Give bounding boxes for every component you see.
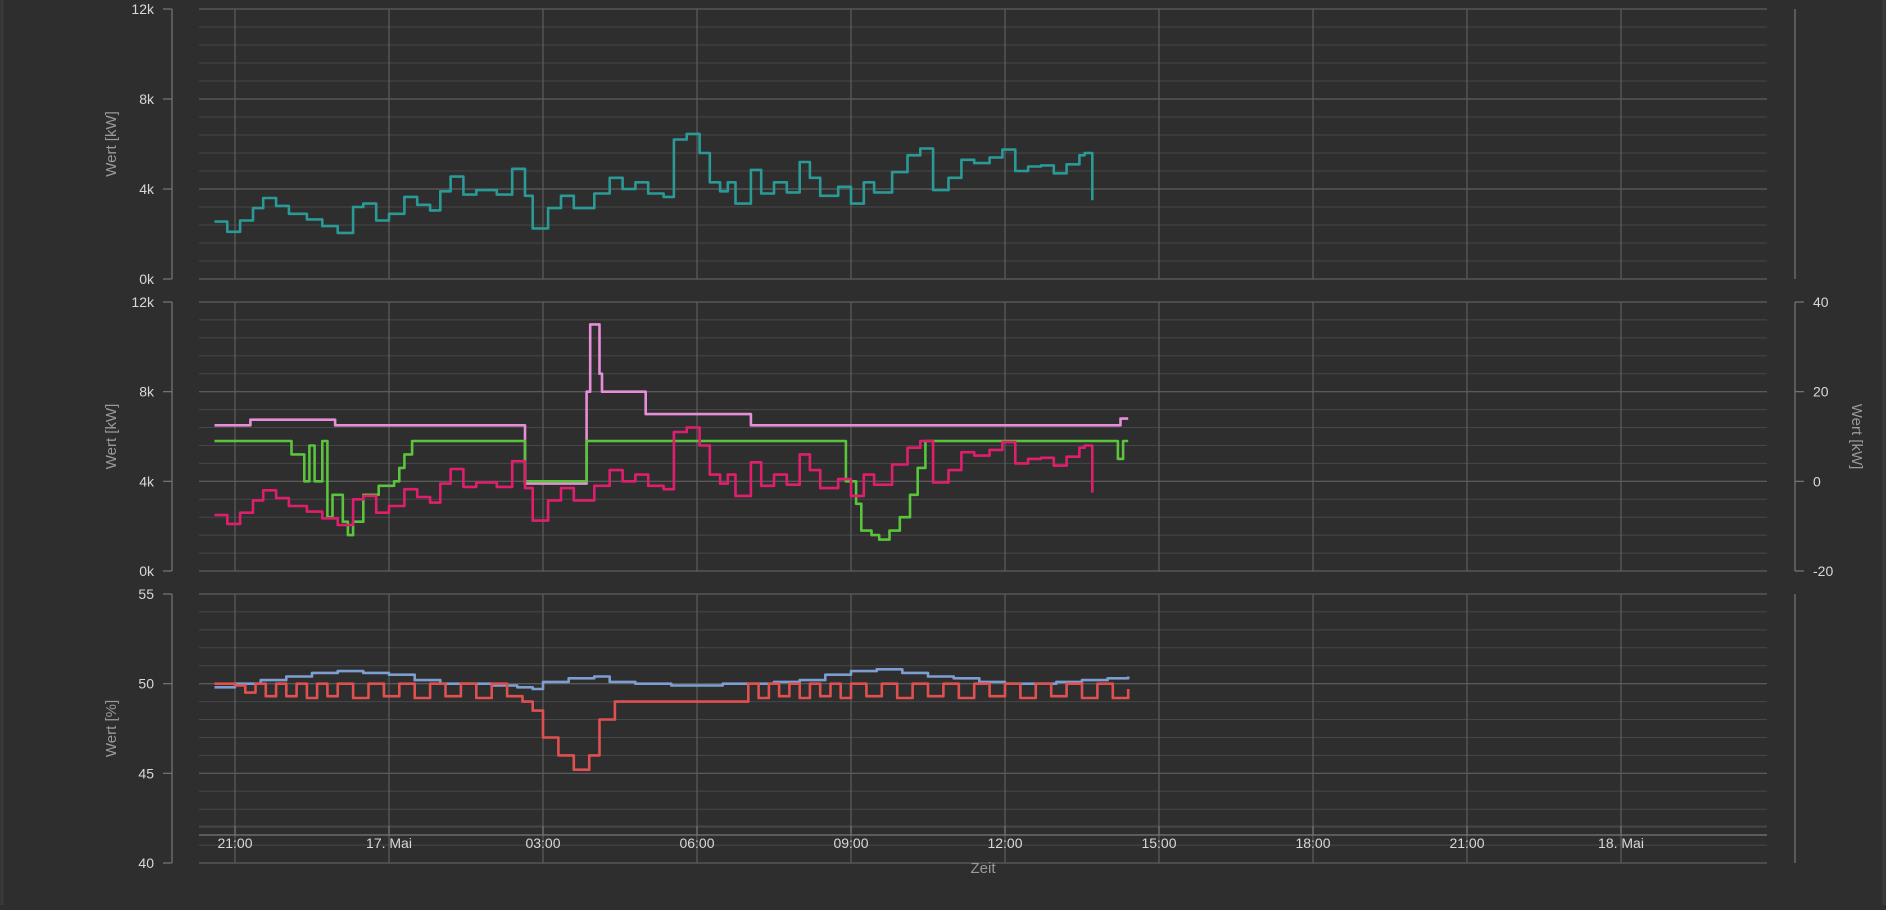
x-tick-label: 21:00 <box>1449 835 1484 851</box>
x-tick-label: 15:00 <box>1141 835 1176 851</box>
y-axis-title: Wert [%] <box>103 700 120 757</box>
y-axis-title: Wert [kW] <box>103 404 120 470</box>
chart-svg: 0k 4k 8k 12k Wert [kW] 0k 4k 8k 12k Wert [kW] -20 0… <box>0 0 1886 905</box>
y-tick-label: 0k <box>139 563 155 579</box>
y-tick-label: 45 <box>138 765 154 781</box>
y-tick-label: 50 <box>138 676 154 692</box>
y-tick-label: 12k <box>131 1 155 17</box>
chart-frame: 0k 4k 8k 12k Wert [kW] 0k 4k 8k 12k Wert [kW] -20 0… <box>0 0 1886 905</box>
y2-tick-label: 40 <box>1813 294 1829 310</box>
y-tick-label: 40 <box>138 855 154 871</box>
x-tick-label: 17. Mai <box>366 835 412 851</box>
x-tick-label: 06:00 <box>679 835 714 851</box>
y-axis-title: Wert [kW] <box>103 111 120 177</box>
y2-axis-title: Wert [kW] <box>1848 404 1865 470</box>
x-axis-title: Zeit <box>970 860 996 877</box>
y-tick-label: 4k <box>139 181 155 197</box>
chart-background <box>0 0 1886 905</box>
y2-tick-label: 20 <box>1813 384 1829 400</box>
x-tick-label: 09:00 <box>833 835 868 851</box>
y-tick-label: 12k <box>131 294 155 310</box>
x-tick-label: 18. Mai <box>1598 835 1644 851</box>
y-tick-label: 8k <box>139 384 155 400</box>
y-tick-label: 0k <box>139 271 155 287</box>
x-tick-label: 18:00 <box>1295 835 1330 851</box>
y2-tick-label: -20 <box>1813 563 1833 579</box>
x-tick-label: 03:00 <box>525 835 560 851</box>
y2-tick-label: 0 <box>1813 473 1821 489</box>
y-tick-label: 55 <box>138 586 154 602</box>
x-tick-label: 12:00 <box>987 835 1022 851</box>
y-tick-label: 4k <box>139 473 155 489</box>
y-tick-label: 8k <box>139 91 155 107</box>
x-tick-label: 21:00 <box>217 835 252 851</box>
